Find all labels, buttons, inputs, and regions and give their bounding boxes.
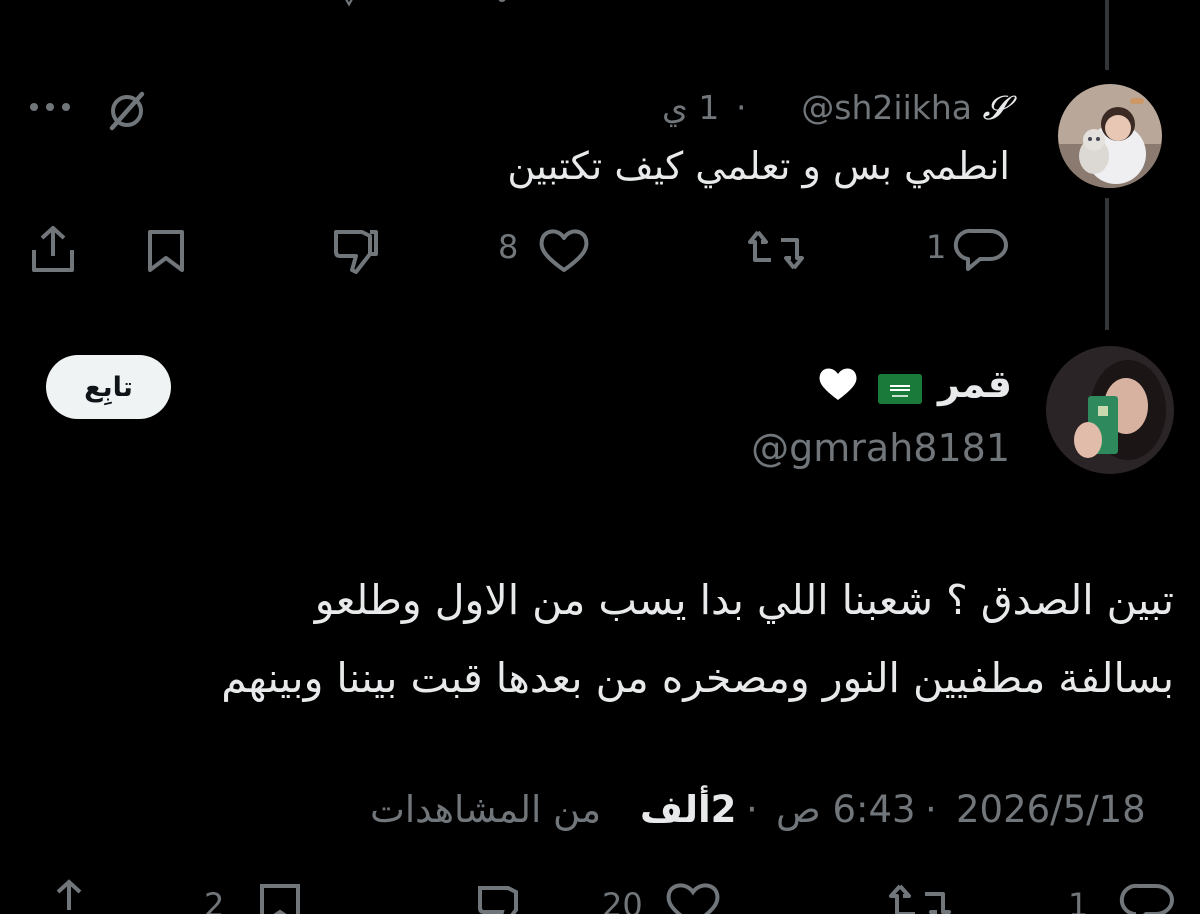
cutoff-dot	[496, 0, 508, 6]
reply-icon[interactable]	[950, 225, 1008, 273]
dislike-icon[interactable]	[332, 228, 380, 274]
bookmark-count: 2	[204, 886, 225, 914]
retweet-icon[interactable]	[748, 228, 804, 272]
reply-text: انطمي بس و تعلمي كيف تكتبين	[507, 144, 1010, 188]
thread-line-top	[1105, 0, 1109, 70]
reply-count: 1	[1068, 886, 1089, 914]
like-icon[interactable]	[664, 880, 722, 914]
saudi-flag-icon	[878, 374, 922, 404]
meta-separator: ·	[925, 788, 937, 831]
like-count: 8	[498, 228, 519, 266]
cutoff-icon	[338, 0, 360, 8]
tweet-date[interactable]: 2026/5/18	[956, 788, 1146, 831]
post-thread: 𝓢 @sh2iikha · 1 ي انطمي بس و تعلمي كيف ت…	[0, 0, 1200, 914]
retweet-icon[interactable]	[888, 882, 952, 914]
grok-icon[interactable]	[104, 88, 150, 134]
reply-avatar[interactable]	[1058, 84, 1162, 188]
like-icon[interactable]	[538, 226, 590, 274]
reply-count: 1	[926, 228, 947, 266]
reply-separator: ·	[736, 88, 747, 127]
bookmark-icon[interactable]	[256, 882, 304, 914]
gothic-s-icon: 𝓢	[982, 88, 1008, 127]
views-count[interactable]: 2ألف	[640, 788, 736, 831]
reply-handle[interactable]: @sh2iikha	[801, 88, 972, 127]
thread-line-reply	[1105, 198, 1109, 330]
bookmark-icon[interactable]	[146, 228, 186, 274]
follow-button[interactable]: تابِع	[46, 355, 171, 419]
meta-separator: ·	[746, 788, 758, 831]
main-handle[interactable]: @gmrah8181	[751, 426, 1010, 470]
like-count: 20	[602, 886, 643, 914]
views-label: من المشاهدات	[370, 788, 602, 831]
reply-time[interactable]: 1 ي	[662, 88, 719, 127]
tweet-text-line-1: تبين الصدق ؟ شعبنا اللي بدا يسب من الاول…	[314, 576, 1174, 624]
reply-icon[interactable]	[1116, 880, 1174, 914]
share-icon[interactable]	[30, 224, 76, 274]
tweet-text-line-2: بسالفة مطفيين النور ومصخره من بعدها قبت …	[221, 654, 1174, 702]
main-avatar[interactable]	[1046, 346, 1174, 474]
more-icon[interactable]	[28, 100, 72, 114]
heart-emoji-icon	[818, 366, 858, 402]
share-icon[interactable]	[46, 878, 92, 914]
dislike-icon[interactable]	[476, 884, 526, 914]
display-name[interactable]: قمر	[938, 362, 1012, 406]
tweet-time[interactable]: 6:43 ص	[776, 788, 916, 831]
